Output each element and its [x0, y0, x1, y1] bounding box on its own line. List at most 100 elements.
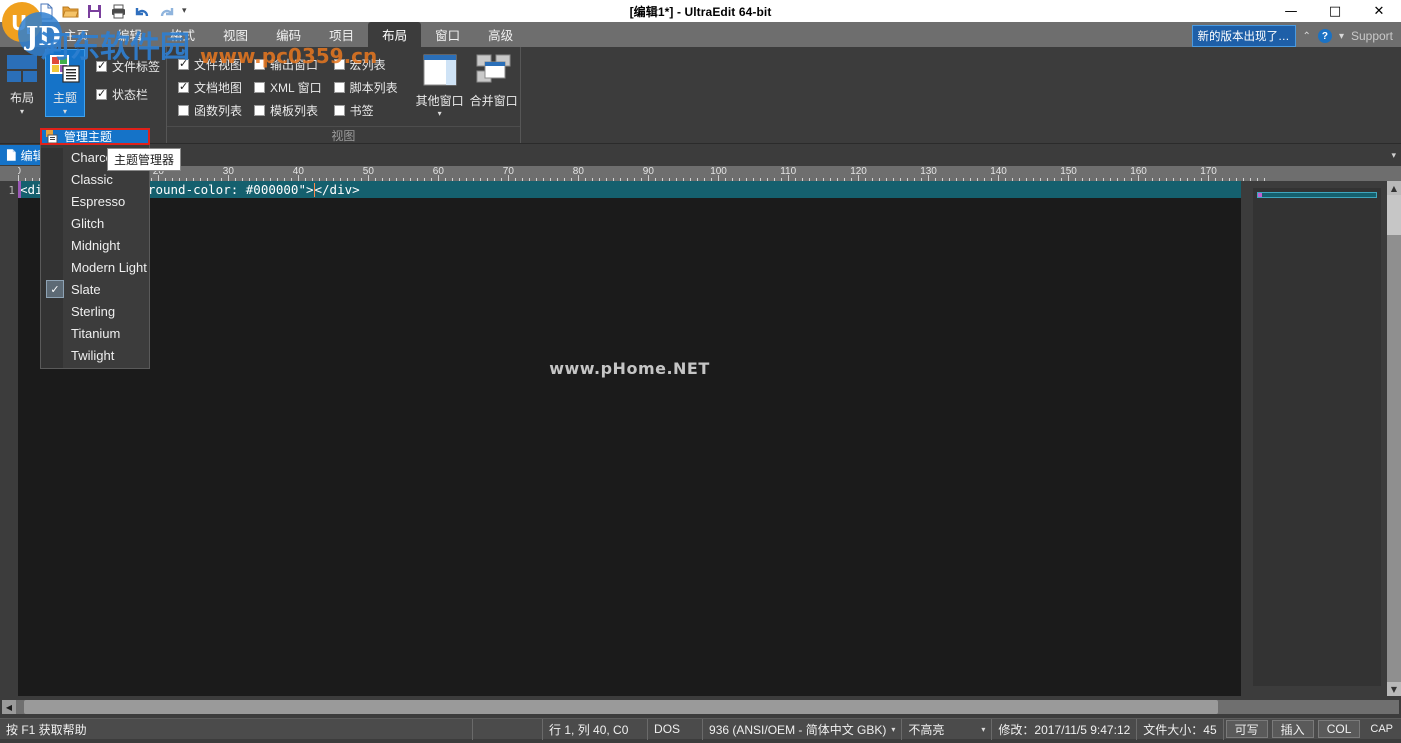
ribbon-tab-1[interactable]: 编辑: [103, 22, 156, 47]
help-icon[interactable]: ?: [1318, 29, 1332, 43]
status-file-size: 文件大小：45: [1137, 719, 1223, 740]
layout-toggle-label: 状态栏: [112, 86, 148, 103]
ribbon-tab-2[interactable]: 格式: [156, 22, 209, 47]
view-checkbox-1-2[interactable]: 模板列表: [254, 102, 322, 119]
manage-themes-menu-item[interactable]: 管理主题: [40, 128, 150, 145]
theme-menu-item-8[interactable]: Titanium: [41, 322, 149, 344]
checkbox-indicator[interactable]: [178, 59, 189, 70]
view-checkbox-2-0[interactable]: 宏列表: [334, 56, 398, 73]
checkbox-indicator[interactable]: [96, 61, 107, 72]
horizontal-scrollbar[interactable]: ◀: [0, 696, 1401, 718]
support-link[interactable]: Support: [1351, 29, 1393, 43]
ruler-tick: [1264, 178, 1265, 181]
ribbon-tab-0[interactable]: 主页: [50, 22, 103, 47]
line-number: 1: [8, 184, 15, 197]
theme-menu-item-9[interactable]: Twilight: [41, 344, 149, 366]
new-version-button[interactable]: 新的版本出现了…: [1192, 25, 1296, 47]
collapse-ribbon-icon[interactable]: ⌃: [1303, 31, 1311, 42]
vertical-scroll-thumb[interactable]: [1387, 195, 1401, 235]
status-encoding-label: 936 (ANSI/OEM - 简体中文 GBK): [709, 721, 886, 738]
checkbox-indicator[interactable]: [254, 105, 265, 116]
document-map-line: [1257, 192, 1377, 198]
ruler-label: 110: [780, 166, 796, 177]
checkbox-indicator[interactable]: [334, 59, 345, 70]
view-checkbox-label: 函数列表: [194, 102, 242, 119]
theme-menu-item-2[interactable]: Espresso: [41, 190, 149, 212]
layout-button[interactable]: 布局 ▾: [3, 50, 41, 116]
view-checkbox-0-2[interactable]: 函数列表: [178, 102, 242, 119]
ruler-label: 0: [18, 166, 21, 177]
merge-windows-button[interactable]: 合并窗口: [468, 53, 520, 118]
ribbon-tab-bar: 主页编辑格式视图编码项目布局窗口高级 新的版本出现了… ⌃ ? ▾ Suppor…: [0, 22, 1401, 47]
code-text-after-caret: </div>: [315, 182, 360, 197]
horizontal-scroll-track[interactable]: [16, 700, 1399, 714]
ribbon-tab-3[interactable]: 视图: [209, 22, 262, 47]
ribbon-tab-5[interactable]: 项目: [315, 22, 368, 47]
window-controls: — □ ✕: [1269, 0, 1401, 22]
document-map-panel: [1247, 181, 1387, 696]
view-checkbox-2-2[interactable]: 书签: [334, 102, 398, 119]
theme-menu-item-4[interactable]: Midnight: [41, 234, 149, 256]
status-column-mode[interactable]: COL: [1318, 720, 1361, 738]
theme-menu-item-6[interactable]: ✓Slate: [41, 278, 149, 300]
checkbox-indicator[interactable]: [178, 82, 189, 93]
help-dropdown-icon[interactable]: ▾: [1339, 31, 1344, 42]
minimize-button[interactable]: —: [1269, 0, 1313, 22]
ribbon-tab-4[interactable]: 编码: [262, 22, 315, 47]
ruler-bar: 0203040506070809010011012013014015016017…: [0, 166, 1401, 181]
theme-menu-item-1[interactable]: Classic: [41, 168, 149, 190]
status-help-hint: 按 F1 获取帮助: [0, 719, 473, 740]
status-writable-toggle[interactable]: 可写: [1226, 720, 1268, 738]
layout-toggle-column: 文件标签状态栏: [90, 50, 166, 103]
other-windows-button[interactable]: 其他窗口 ▾: [414, 53, 466, 118]
view-checkbox-1-1[interactable]: XML 窗口: [254, 79, 322, 96]
status-line-ending[interactable]: DOS: [648, 719, 703, 740]
checkbox-indicator[interactable]: [334, 105, 345, 116]
checkbox-indicator[interactable]: [254, 59, 265, 70]
status-encoding[interactable]: 936 (ANSI/OEM - 简体中文 GBK) ▾: [703, 719, 902, 740]
view-checkbox-2-1[interactable]: 脚本列表: [334, 79, 398, 96]
layout-toggle-0[interactable]: 文件标签: [96, 58, 160, 75]
vertical-scrollbar[interactable]: ▲ ▼: [1387, 181, 1401, 696]
theme-menu-item-3[interactable]: Glitch: [41, 212, 149, 234]
document-map-canvas[interactable]: [1253, 188, 1381, 686]
theme-button[interactable]: 主题 ▾: [46, 50, 84, 116]
ribbon-tab-6[interactable]: 布局: [368, 22, 421, 47]
checkbox-indicator[interactable]: [334, 82, 345, 93]
status-caret-position[interactable]: 行 1, 列 40, C0: [543, 719, 648, 740]
theme-menu-item-label: Glitch: [71, 216, 104, 231]
view-group-inner: 文件视图文档地图函数列表输出窗口XML 窗口模板列表宏列表脚本列表书签 其他窗口…: [167, 47, 520, 119]
code-line-1[interactable]: <div style="background-color: #000000"><…: [18, 181, 1241, 198]
scroll-left-arrow-icon[interactable]: ◀: [2, 700, 16, 714]
scroll-down-arrow-icon[interactable]: ▼: [1387, 682, 1401, 696]
text-editor[interactable]: <div style="background-color: #000000"><…: [18, 181, 1241, 696]
other-windows-dropdown-icon[interactable]: ▾: [438, 110, 442, 118]
checkbox-indicator[interactable]: [96, 89, 107, 100]
ribbon-tab-8[interactable]: 高级: [474, 22, 527, 47]
horizontal-scroll-thumb[interactable]: [24, 700, 1218, 714]
ribbon-tab-7[interactable]: 窗口: [421, 22, 474, 47]
close-button[interactable]: ✕: [1357, 0, 1401, 22]
view-checkbox-0-0[interactable]: 文件视图: [178, 56, 242, 73]
layout-toggle-1[interactable]: 状态栏: [96, 86, 160, 103]
status-highlight[interactable]: 不高亮 ▾: [902, 719, 992, 740]
ruler-label: 40: [293, 166, 304, 177]
status-highlight-dropdown-icon[interactable]: ▾: [981, 725, 985, 734]
ruler-gutter: [0, 166, 18, 181]
view-check-column-2: 宏列表脚本列表书签: [328, 56, 404, 119]
status-encoding-dropdown-icon[interactable]: ▾: [891, 725, 895, 734]
checkbox-indicator[interactable]: [254, 82, 265, 93]
theme-menu-item-7[interactable]: Sterling: [41, 300, 149, 322]
theme-manager-tooltip: 主题管理器: [107, 148, 181, 171]
checkbox-indicator[interactable]: [178, 105, 189, 116]
theme-menu-item-5[interactable]: Modern Light: [41, 256, 149, 278]
layout-dropdown-icon[interactable]: ▾: [20, 108, 24, 116]
maximize-button[interactable]: □: [1313, 0, 1357, 22]
tabstrip-overflow-icon[interactable]: ▾: [1391, 150, 1396, 161]
view-checkbox-0-1[interactable]: 文档地图: [178, 79, 242, 96]
scroll-up-arrow-icon[interactable]: ▲: [1387, 181, 1401, 195]
theme-dropdown-icon[interactable]: ▾: [63, 108, 67, 116]
ruler-label: 150: [1060, 166, 1077, 177]
view-checkbox-1-0[interactable]: 输出窗口: [254, 56, 322, 73]
status-insert-mode[interactable]: 插入: [1272, 720, 1314, 738]
